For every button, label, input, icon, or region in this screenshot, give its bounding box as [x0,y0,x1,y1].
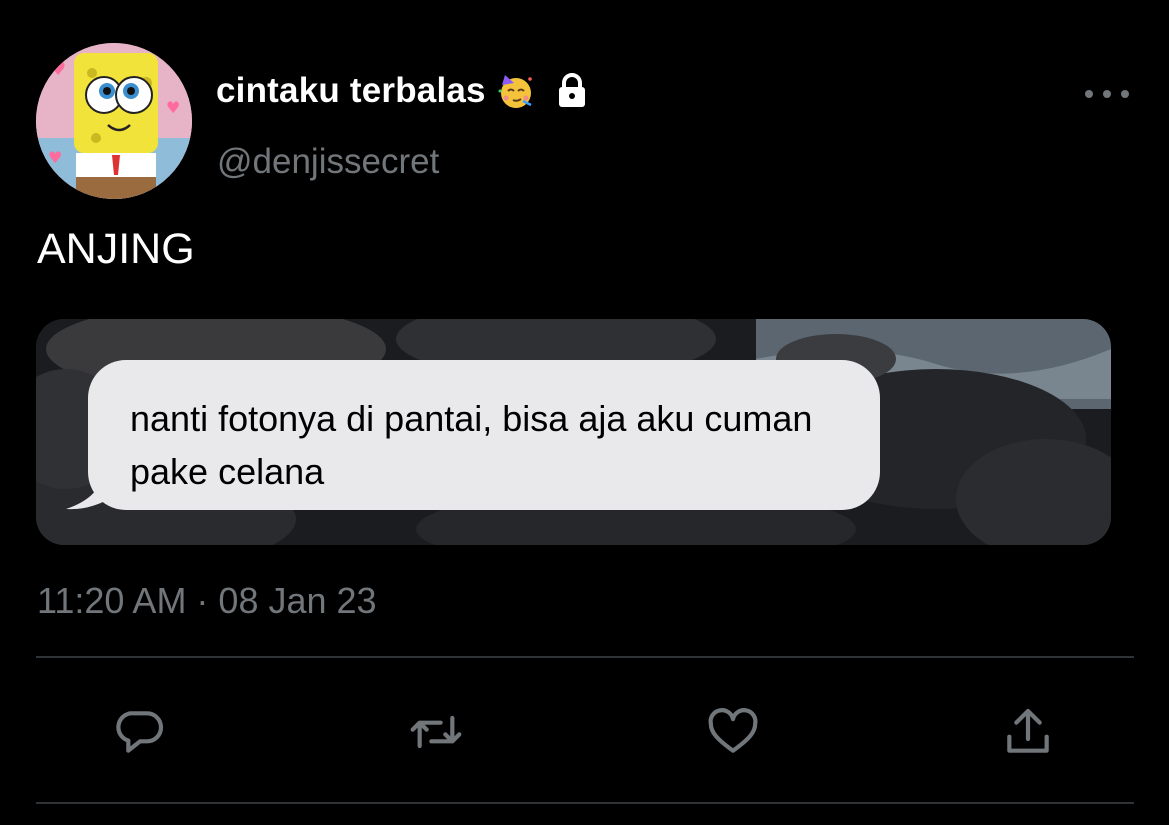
divider [36,656,1134,658]
tweet-text: ANJING [37,225,195,273]
reply-icon [116,711,164,753]
svg-text:♥: ♥ [166,98,180,117]
dot [1085,90,1093,98]
retweet-button[interactable] [406,702,466,762]
retweet-icon [410,715,462,749]
author-display-name[interactable]: cintaku terbalas [216,71,486,111]
more-options-icon[interactable] [1085,82,1129,106]
avatar[interactable]: ♥ ♥ ♥ [36,43,192,199]
dot [1121,90,1129,98]
divider [36,802,1134,804]
partying-face-emoji-icon [498,75,532,108]
like-icon [708,708,758,753]
svg-text:♥: ♥ [48,148,62,167]
like-button[interactable] [703,702,763,762]
tweet-media[interactable]: nanti fotonya di pantai, bisa aja aku cu… [36,319,1111,545]
lock-icon [558,73,585,107]
svg-text:♥: ♥ [50,59,66,80]
chat-bubble-tail [66,469,122,510]
chat-bubble-text: nanti fotonya di pantai, bisa aja aku cu… [130,398,813,492]
author-handle[interactable]: @denjissecret [217,142,439,182]
author-name-row[interactable]: cintaku terbalas [216,66,592,116]
reply-button[interactable] [110,702,170,762]
dot [1103,90,1111,98]
chat-bubble: nanti fotonya di pantai, bisa aja aku cu… [88,360,880,510]
tweet-timestamp: 11:20 AM · 08 Jan 23 [37,580,377,621]
avatar-image: ♥ ♥ ♥ [36,43,192,199]
share-icon [1007,708,1049,753]
share-button[interactable] [998,702,1058,762]
